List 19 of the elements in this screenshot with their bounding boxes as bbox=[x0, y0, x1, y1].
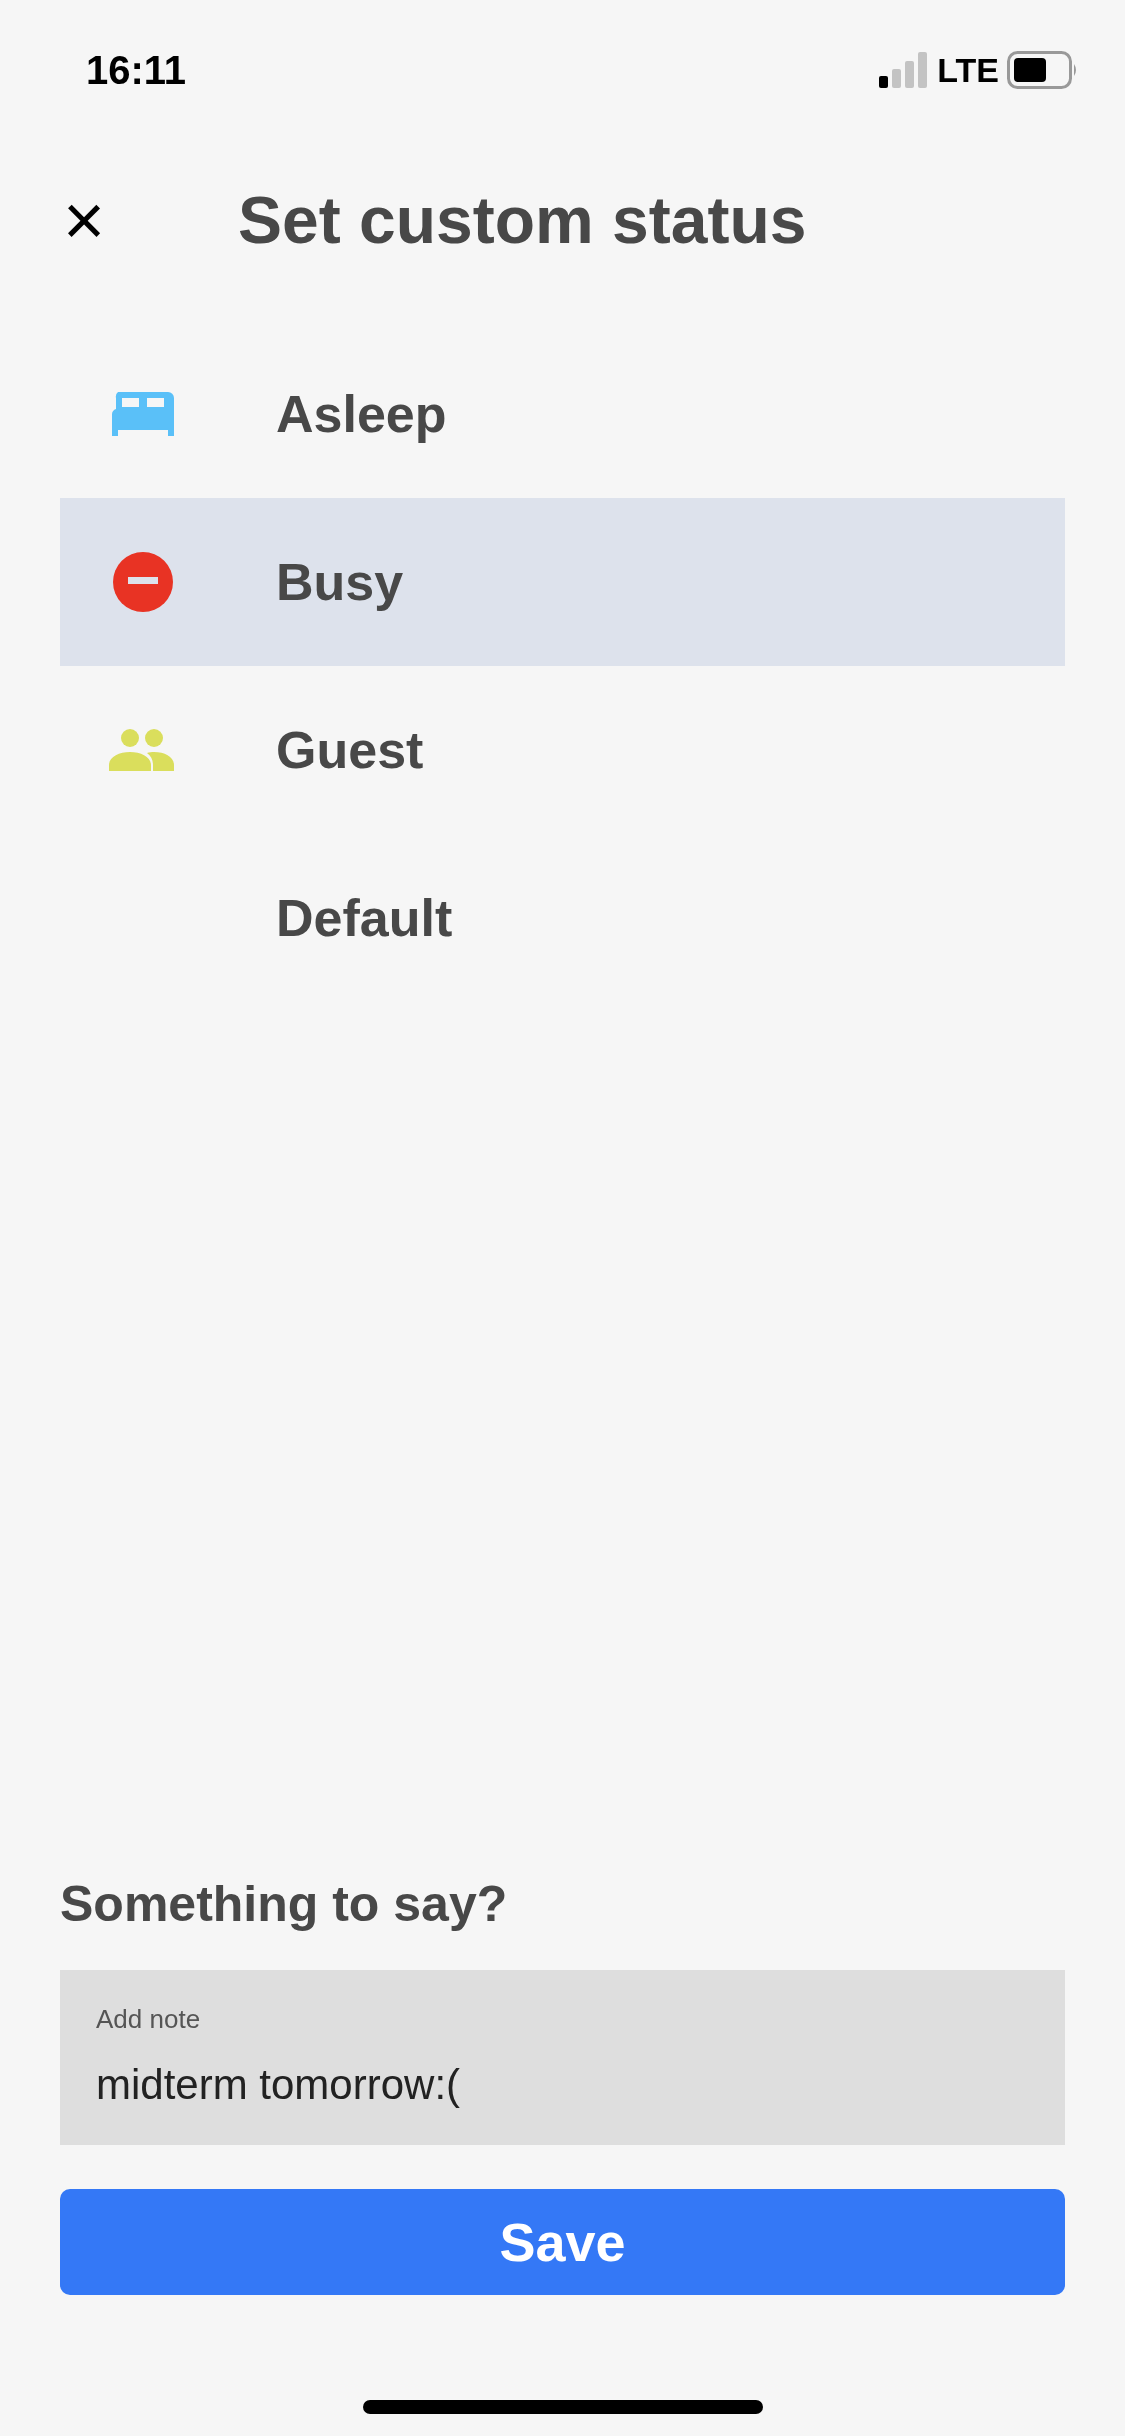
save-button[interactable]: Save bbox=[60, 2189, 1065, 2295]
status-option[interactable]: Default bbox=[60, 834, 1065, 1002]
signal-icon bbox=[879, 52, 930, 88]
status-label: Asleep bbox=[276, 384, 447, 445]
note-input[interactable]: midterm tomorrow:( bbox=[96, 2053, 1029, 2116]
note-field[interactable]: Add note midterm tomorrow:( bbox=[60, 1970, 1065, 2145]
status-option[interactable]: Asleep bbox=[60, 330, 1065, 498]
status-time: 16:11 bbox=[86, 47, 187, 94]
status-label: Default bbox=[276, 888, 453, 949]
note-heading: Something to say? bbox=[60, 1875, 509, 1934]
close-button[interactable]: × bbox=[60, 184, 108, 256]
status-option[interactable]: Busy bbox=[60, 498, 1065, 666]
status-label: Busy bbox=[276, 552, 404, 613]
page-title: Set custom status bbox=[238, 181, 807, 259]
battery-icon bbox=[1007, 51, 1079, 89]
field-label: Add note bbox=[96, 2003, 202, 2036]
status-label: Guest bbox=[276, 720, 424, 781]
network-label: LTE bbox=[937, 49, 999, 91]
status-option[interactable]: Guest bbox=[60, 666, 1065, 834]
